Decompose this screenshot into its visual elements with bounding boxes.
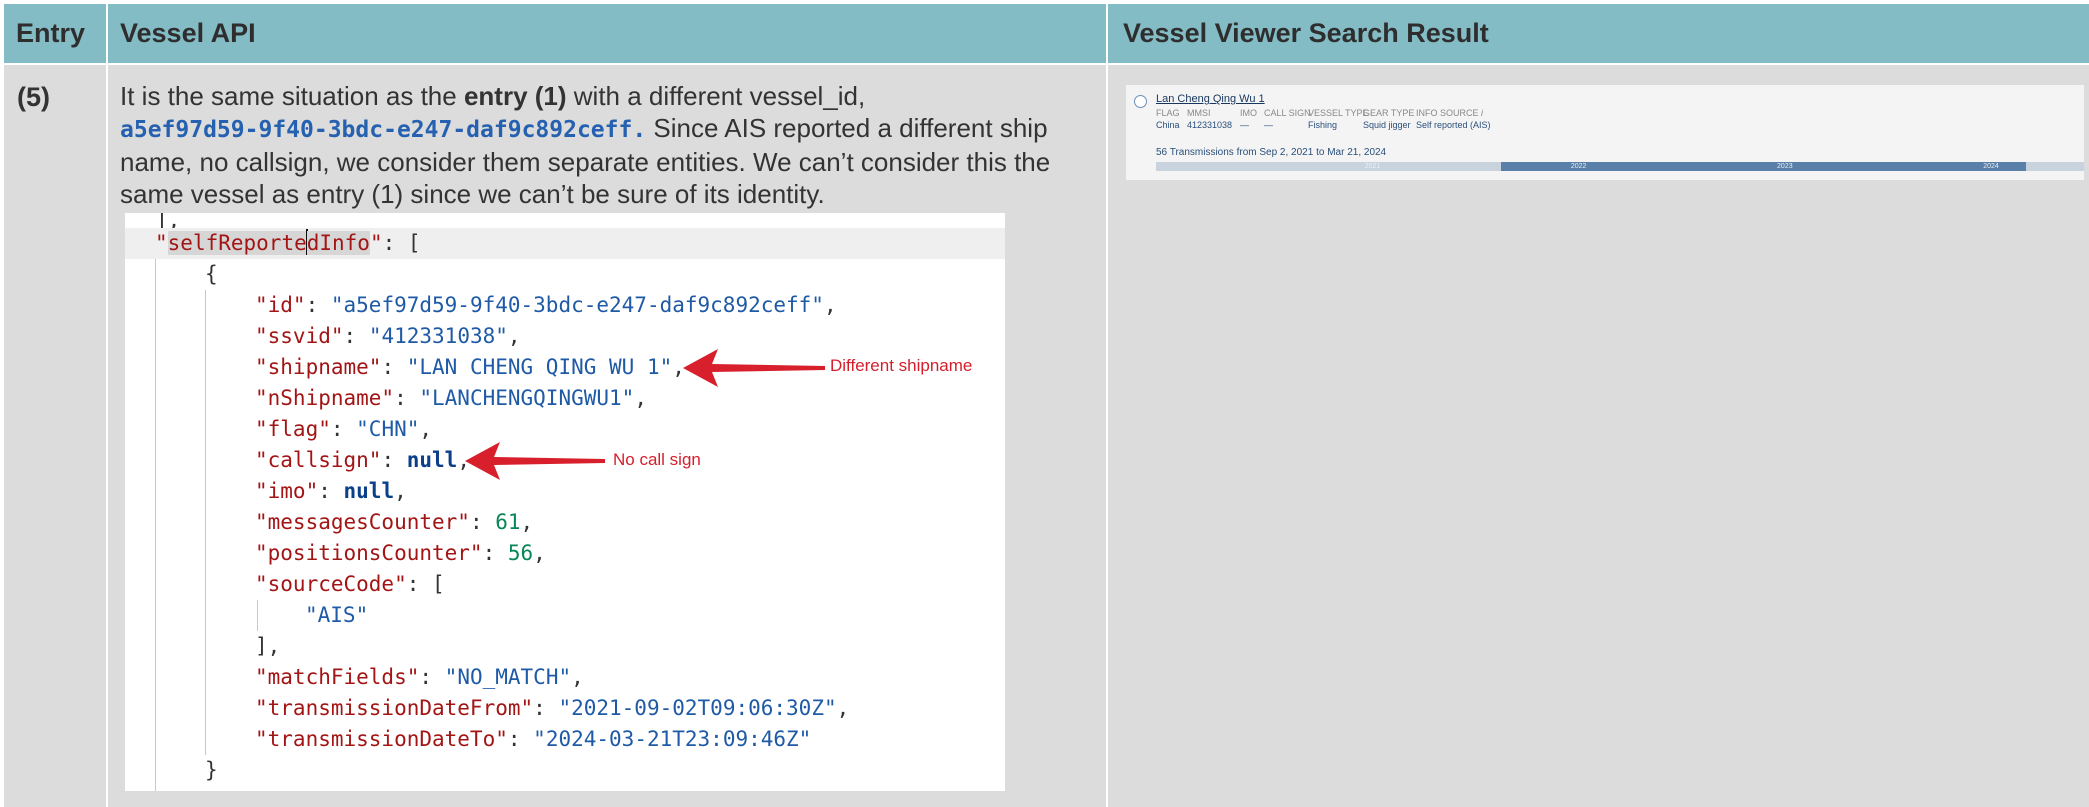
transmissions-summary: 56 Transmissions from Sep 2, 2021 to Mar… [1156, 147, 1387, 158]
col-info-source: INFO SOURCE i Self reported (AIS) [1416, 108, 1491, 130]
col-value: Fishing [1308, 120, 1338, 130]
vessel-api-cell: It is the same situation as the entry (1… [108, 65, 1106, 807]
header-entry: Entry [4, 4, 106, 63]
col-callsign: CALL SIGN — [1264, 108, 1311, 130]
vessel-id: a5ef97d59-9f40-3bdc-e247-daf9c892ceff. [120, 117, 647, 143]
col-vessel-type: VESSEL TYPE Fishing [1308, 108, 1369, 130]
col-value: Squid jigger [1363, 120, 1411, 130]
annotation-arrows [465, 349, 825, 480]
desc-part2: with a different vessel_id, [566, 81, 866, 111]
timeline-year-label: 2024 [1983, 163, 1999, 170]
entry-reference: entry (1) [463, 81, 567, 111]
col-flag: FLAG China [1156, 108, 1180, 130]
col-label: CALL SIGN [1264, 108, 1311, 118]
arrow-callsign [465, 442, 605, 480]
transmission-timeline [1156, 162, 2084, 171]
col-label: VESSEL TYPE [1308, 108, 1369, 118]
info-icon[interactable]: i [1481, 108, 1483, 118]
vessel-search-result[interactable]: Lan Cheng Qing Wu 1 FLAG China MMSI 412331… [1126, 85, 2084, 180]
comparison-table: Entry Vessel API Vessel Viewer Search Re… [0, 0, 2089, 807]
col-value: China [1156, 120, 1180, 130]
col-value: — [1240, 120, 1249, 130]
col-label: GEAR TYPE [1363, 108, 1415, 118]
entry-number: (5) [17, 82, 50, 112]
col-label: MMSI [1187, 108, 1211, 118]
col-label: INFO SOURCE i [1416, 108, 1484, 118]
col-imo: IMO — [1240, 108, 1257, 130]
col-value: 412331038 [1187, 120, 1233, 130]
desc-part1: It is the same situation as the [120, 81, 464, 111]
vessel-viewer-cell: Lan Cheng Qing Wu 1 FLAG China MMSI 412331… [1108, 65, 2089, 807]
timeline-year-label: 2022 [1570, 163, 1587, 170]
entry-cell: (5) [4, 65, 106, 807]
annotation-callsign: No call sign [613, 450, 701, 469]
col-label: IMO [1240, 108, 1257, 118]
col-gear-type: GEAR TYPE Squid jigger [1363, 108, 1414, 130]
description-text: It is the same situation as the entry (1… [120, 80, 1105, 210]
annotation-shipname: Different shipname [830, 356, 973, 375]
arrow-shipname [683, 349, 825, 387]
timeline-year-label: 2023 [1777, 163, 1793, 170]
col-value: Self reported (AIS) [1416, 120, 1491, 130]
vessel-name-link[interactable]: Lan Cheng Qing Wu 1 [1156, 93, 1265, 105]
select-radio[interactable] [1134, 95, 1147, 108]
timeline-year-label: 2021 [1364, 163, 1381, 170]
header-vessel-api: Vessel API [108, 4, 1106, 63]
col-value: — [1264, 120, 1273, 130]
col-label: FLAG [1156, 108, 1180, 118]
col-mmsi: MMSI 412331038 [1187, 108, 1232, 130]
json-code-block: ], "selfReportedInfo": [ { "id": "a5ef97… [125, 213, 1005, 791]
header-vessel-viewer: Vessel Viewer Search Result [1108, 4, 2089, 63]
